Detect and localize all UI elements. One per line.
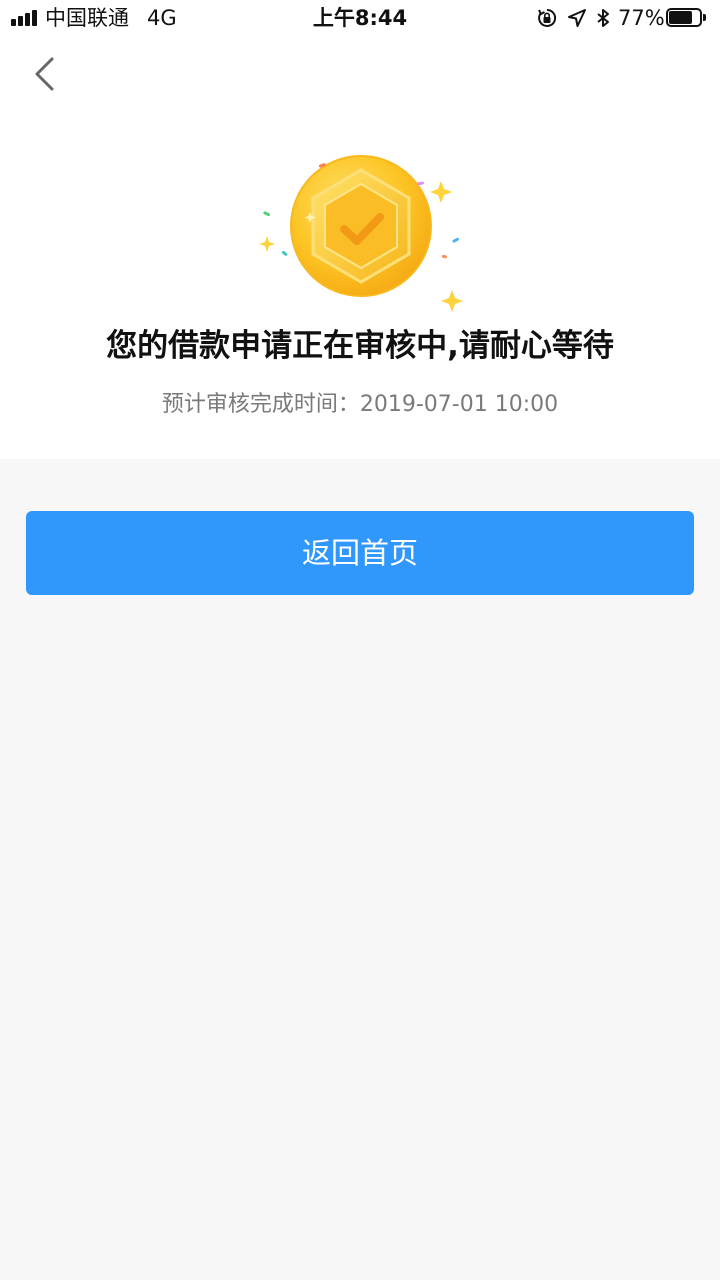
bluetooth-icon <box>597 9 609 27</box>
location-arrow-icon <box>568 9 586 27</box>
gold-coin-checkmark-icon <box>259 155 463 312</box>
status-panel: 您的借款申请正在审核中,请耐心等待 预计审核完成时间：2019-07-01 10… <box>0 36 720 459</box>
orientation-lock-icon <box>538 8 557 27</box>
back-button[interactable] <box>22 52 70 96</box>
page-title: 您的借款申请正在审核中,请耐心等待 <box>106 328 614 364</box>
return-home-button[interactable]: 返回首页 <box>26 511 694 595</box>
estimated-completion: 预计审核完成时间：2019-07-01 10:00 <box>0 390 720 420</box>
eta-value: 2019-07-01 10:00 <box>359 392 559 417</box>
status-bar: 中国联通 4G 上午8:44 77% <box>0 0 720 36</box>
eta-label: 预计审核完成时间： <box>161 392 360 417</box>
battery-percent: 77% <box>618 6 665 30</box>
battery-icon <box>666 8 706 28</box>
chevron-left-icon[interactable] <box>22 52 70 96</box>
